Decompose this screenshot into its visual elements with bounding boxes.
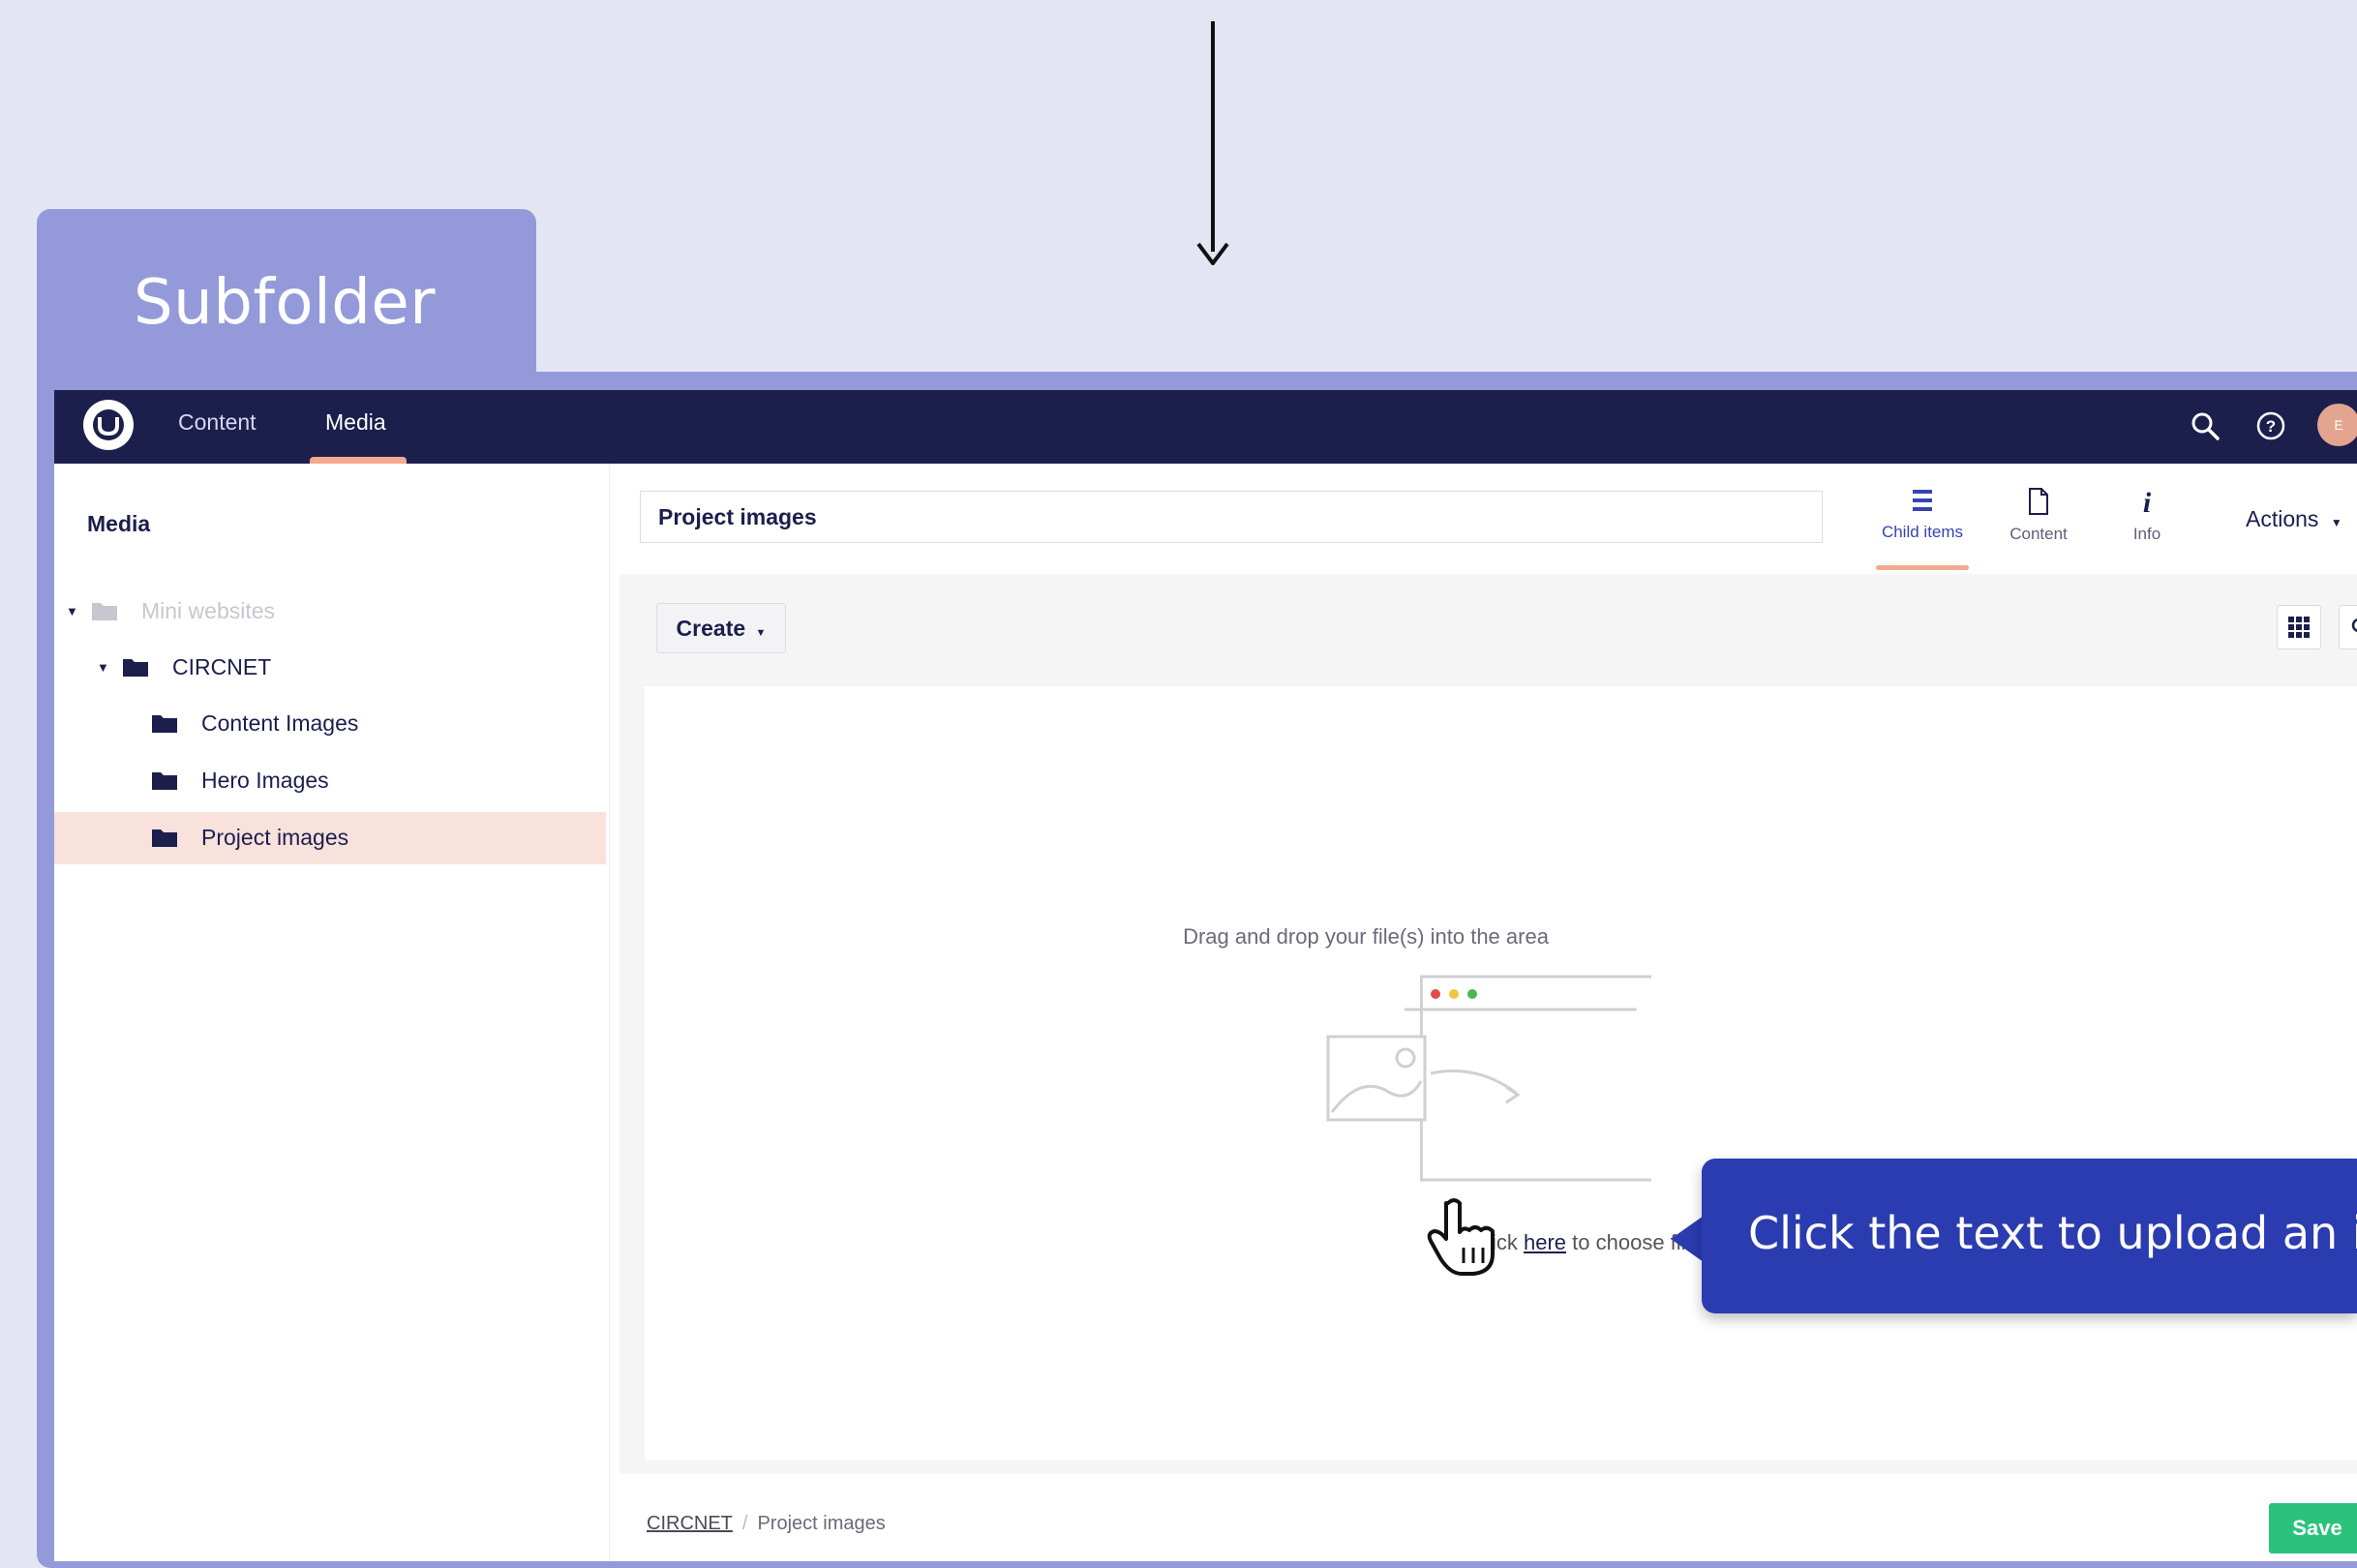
tree-item-mini-websites[interactable]: ▼ Mini websites [66,586,275,636]
svg-text:i: i [2143,487,2152,516]
nav-active-indicator [310,457,407,464]
tree-item-label: Hero Images [201,767,329,793]
nav-content[interactable]: Content [178,409,257,436]
tree-item-hero-images[interactable]: Hero Images [151,755,329,805]
folder-icon [92,603,117,620]
callout-pointer [1671,1216,1704,1262]
folder-icon [152,772,177,790]
create-button[interactable]: Create ▼ [656,603,786,653]
tab-label: Content [2009,525,2068,543]
nav-media[interactable]: Media [325,409,386,436]
tree-item-content-images[interactable]: Content Images [151,698,358,748]
tab-content[interactable]: Content [1980,487,2097,544]
annotation-arrow-head-icon [1196,242,1229,265]
tab-active-indicator [1876,565,1969,570]
tree-item-label: CIRCNET [172,653,272,679]
user-avatar[interactable]: E [2317,404,2357,446]
create-label: Create [676,615,746,641]
choose-files-link[interactable]: here [1524,1230,1566,1254]
caret-down-icon: ▼ [755,626,767,639]
annotation-arrow-line [1211,21,1215,252]
list-icon [1913,490,1932,511]
top-navigation-bar: Content Media ? E [54,390,2357,464]
umbraco-app-window: Content Media ? E Media ▼ Mini websites [54,390,2357,1561]
document-icon [2029,488,2048,515]
tab-child-items[interactable]: Child items [1864,487,1980,542]
caret-down-icon[interactable]: ▼ [97,660,112,675]
tab-info[interactable]: i Info [2089,487,2205,544]
breadcrumb-separator: / [741,1513,748,1534]
actions-label: Actions [2246,506,2319,531]
tab-label: Info [2132,525,2161,543]
upload-illustration-icon [1326,975,1651,1182]
media-sidebar: Media ▼ Mini websites ▼ CIRCNET Content … [54,464,610,1561]
breadcrumb: CIRCNET / Project images [647,1513,886,1535]
instruction-callout: Click the text to upload an im [1702,1159,2357,1313]
tab-label: Child items [1881,523,1964,541]
folder-icon [123,659,148,677]
hand-pointer-icon [1427,1198,1495,1276]
sidebar-title: Media [87,511,151,536]
callout-text: Click the text to upload an im [1748,1207,2357,1259]
tree-item-label: Mini websites [141,597,276,623]
file-dropzone[interactable]: Drag and drop your file(s) into the area… [645,686,2357,1461]
folder-icon [152,715,177,733]
grid-view-button[interactable] [2277,605,2321,649]
subfolder-annotation-tab: Subfolder [37,209,536,393]
tree-item-label: Project images [201,824,349,850]
grid-icon [2288,617,2310,638]
caret-down-icon[interactable]: ▼ [66,604,81,618]
list-search-button[interactable] [2339,605,2357,649]
tree-item-project-images[interactable]: Project images [151,812,348,862]
breadcrumb-link-circnet[interactable]: CIRCNET [647,1513,733,1534]
umbraco-logo-icon[interactable] [83,400,134,450]
tree-item-circnet[interactable]: ▼ CIRCNET [97,642,271,692]
svg-text:?: ? [2266,417,2276,436]
save-button[interactable]: Save [2269,1503,2357,1553]
search-icon[interactable] [2186,407,2224,445]
help-icon[interactable]: ? [2251,407,2290,445]
search-icon [2351,618,2357,632]
info-icon: i [2143,487,2152,519]
tree-item-label: Content Images [201,709,359,736]
subfolder-label: Subfolder [134,267,437,339]
dropzone-title: Drag and drop your file(s) into the area [1183,924,1549,949]
actions-dropdown[interactable]: Actions ▼ [2246,506,2342,532]
media-name-input[interactable] [640,491,1823,543]
folder-icon [152,829,177,847]
breadcrumb-current: Project images [757,1513,886,1534]
caret-down-icon: ▼ [2330,516,2342,529]
